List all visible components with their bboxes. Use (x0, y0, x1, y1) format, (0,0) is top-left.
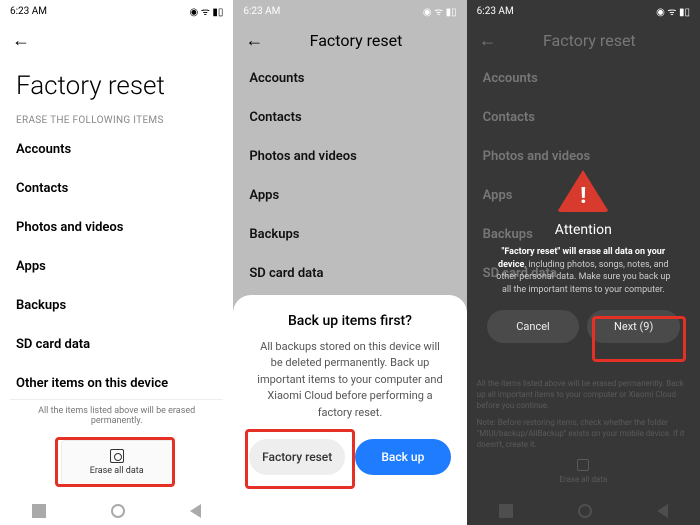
sheet-body: All backups stored on this device will b… (249, 339, 450, 422)
status-icons: ◉ ᯤ ▮▯ (190, 4, 224, 18)
status-time: 6:23 AM (10, 6, 47, 17)
nav-back-icon[interactable] (657, 504, 668, 518)
dim-footer: All the items listed above will be erase… (477, 378, 690, 486)
bottom-sheet: Back up items first? All backups stored … (233, 295, 466, 525)
header: ← (0, 22, 233, 59)
list-item[interactable]: Apps (0, 247, 233, 286)
status-icons: ◉ ᯤ ▮▯ (656, 4, 690, 18)
page-title: Factory reset (277, 31, 434, 50)
page-title: Factory reset (511, 31, 668, 50)
header: ← Factory reset (467, 22, 700, 59)
list-item[interactable]: Other items on this device (0, 364, 233, 403)
list-item[interactable]: Contacts (0, 169, 233, 208)
list-item[interactable]: Accounts (0, 130, 233, 169)
list-item[interactable]: SD card data (0, 325, 233, 364)
attention-dialog: ! Attention "Factory reset" will erase a… (487, 170, 680, 343)
erase-all-data-button[interactable]: Erase all data (61, 440, 173, 485)
list-item: Accounts (467, 59, 700, 98)
status-bar: 6:23 AM ◉ ᯤ ▮▯ (233, 0, 466, 22)
back-icon: ← (479, 30, 497, 51)
nav-home-icon[interactable] (111, 504, 125, 518)
dim-erase: Erase all data (477, 459, 690, 485)
cancel-button[interactable]: Cancel (487, 310, 580, 343)
screen-3: 6:23 AM ◉ ᯤ ▮▯ ← Factory reset Accounts … (467, 0, 700, 525)
footer-text: All the items listed above will be erase… (10, 399, 223, 432)
nav-recent-icon[interactable] (32, 504, 46, 518)
list-item[interactable]: SD card data (233, 254, 466, 293)
next-button[interactable]: Next (9) (587, 310, 680, 343)
status-icons: ◉ ᯤ ▮▯ (423, 4, 457, 18)
screen-1: 6:23 AM ◉ ᯤ ▮▯ ← Factory reset ERASE THE… (0, 0, 233, 525)
dim-footer-text: All the items listed above will be erase… (477, 378, 690, 412)
list-item[interactable]: Accounts (233, 59, 466, 98)
status-bar: 6:23 AM ◉ ᯤ ▮▯ (0, 0, 233, 22)
status-time: 6:23 AM (477, 6, 514, 17)
section-label: ERASE THE FOLLOWING ITEMS (0, 109, 233, 130)
nav-home-icon[interactable] (578, 504, 592, 518)
dialog-title: Attention (487, 222, 680, 238)
list-item[interactable]: Photos and videos (233, 137, 466, 176)
status-bar: 6:23 AM ◉ ᯤ ▮▯ (467, 0, 700, 22)
list-item[interactable]: Photos and videos (0, 208, 233, 247)
header: ← Factory reset (233, 22, 466, 59)
page-title: Factory reset (0, 59, 233, 109)
back-up-button[interactable]: Back up (355, 439, 451, 475)
back-icon[interactable]: ← (245, 30, 263, 51)
back-icon[interactable]: ← (12, 30, 30, 51)
list-item[interactable]: Backups (233, 215, 466, 254)
factory-reset-button[interactable]: Factory reset (249, 439, 345, 475)
dim-footer-note: Note: Before restoring items, check whet… (477, 417, 690, 451)
erase-icon (110, 449, 124, 463)
nav-back-icon[interactable] (190, 504, 201, 518)
list-item[interactable]: Backups (0, 286, 233, 325)
nav-recent-icon[interactable] (499, 504, 513, 518)
sheet-title: Back up items first? (249, 313, 450, 329)
status-time: 6:23 AM (243, 6, 280, 17)
footer: All the items listed above will be erase… (0, 399, 233, 485)
dialog-body: "Factory reset" will erase all data on y… (487, 246, 680, 296)
screen-2: 6:23 AM ◉ ᯤ ▮▯ ← Factory reset Accounts … (233, 0, 466, 525)
nav-bar (467, 497, 700, 525)
erase-label: Erase all data (90, 466, 144, 476)
list-item[interactable]: Contacts (233, 98, 466, 137)
list-item: Contacts (467, 98, 700, 137)
list-item[interactable]: Apps (233, 176, 466, 215)
warning-icon: ! (557, 170, 609, 212)
nav-bar (0, 497, 233, 525)
